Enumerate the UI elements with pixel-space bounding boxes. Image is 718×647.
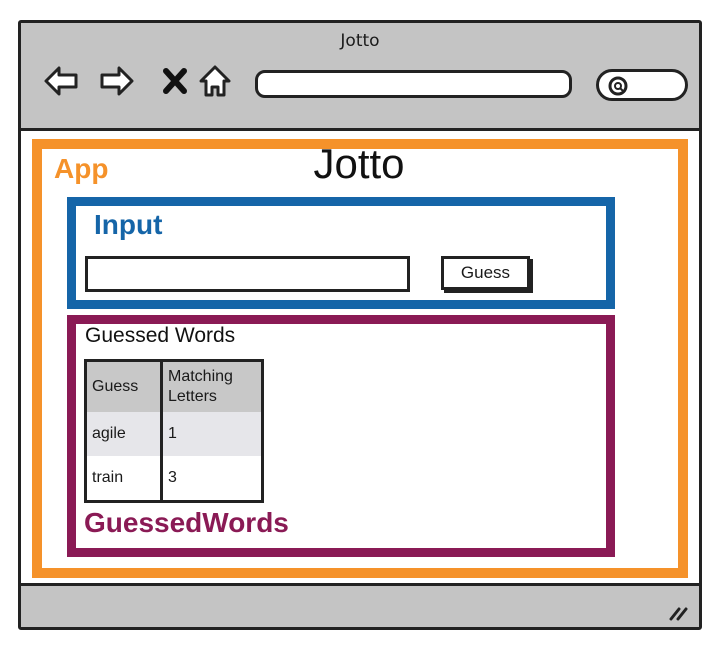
guessed-words-component-label: GuessedWords bbox=[84, 507, 289, 538]
address-bar[interactable] bbox=[255, 70, 572, 98]
forward-arrow-icon[interactable] bbox=[99, 63, 135, 99]
table-header-row: Guess Matching Letters bbox=[85, 360, 263, 412]
page-title: Jotto bbox=[313, 140, 405, 187]
table-row: train 3 bbox=[85, 456, 263, 502]
back-arrow-icon[interactable] bbox=[43, 63, 79, 99]
close-x-icon[interactable] bbox=[157, 63, 193, 99]
matching-letters-cell: 1 bbox=[161, 412, 263, 456]
guess-input[interactable] bbox=[85, 256, 410, 292]
window-title: Jotto bbox=[340, 31, 380, 51]
search-icon[interactable] bbox=[607, 75, 629, 97]
input-component-label: Input bbox=[94, 209, 163, 240]
guess-cell: train bbox=[85, 456, 163, 502]
matching-letters-cell: 3 bbox=[168, 469, 177, 486]
guessed-words-table: Guess Matching Letters agile 1 train 3 bbox=[84, 359, 264, 503]
guessed-words-heading: Guessed Words bbox=[85, 324, 236, 347]
guess-button[interactable]: Guess bbox=[441, 256, 530, 290]
browser-titlebar: Jotto bbox=[21, 23, 699, 131]
table-row: agile 1 bbox=[85, 412, 263, 456]
browser-statusbar bbox=[21, 583, 699, 627]
column-header-matching-letters: Matching Letters bbox=[161, 360, 263, 412]
guess-cell: agile bbox=[85, 412, 163, 456]
resize-grip-icon[interactable] bbox=[667, 599, 689, 621]
home-icon[interactable] bbox=[197, 63, 233, 99]
column-header-guess: Guess bbox=[85, 360, 163, 412]
search-box[interactable] bbox=[596, 69, 688, 101]
